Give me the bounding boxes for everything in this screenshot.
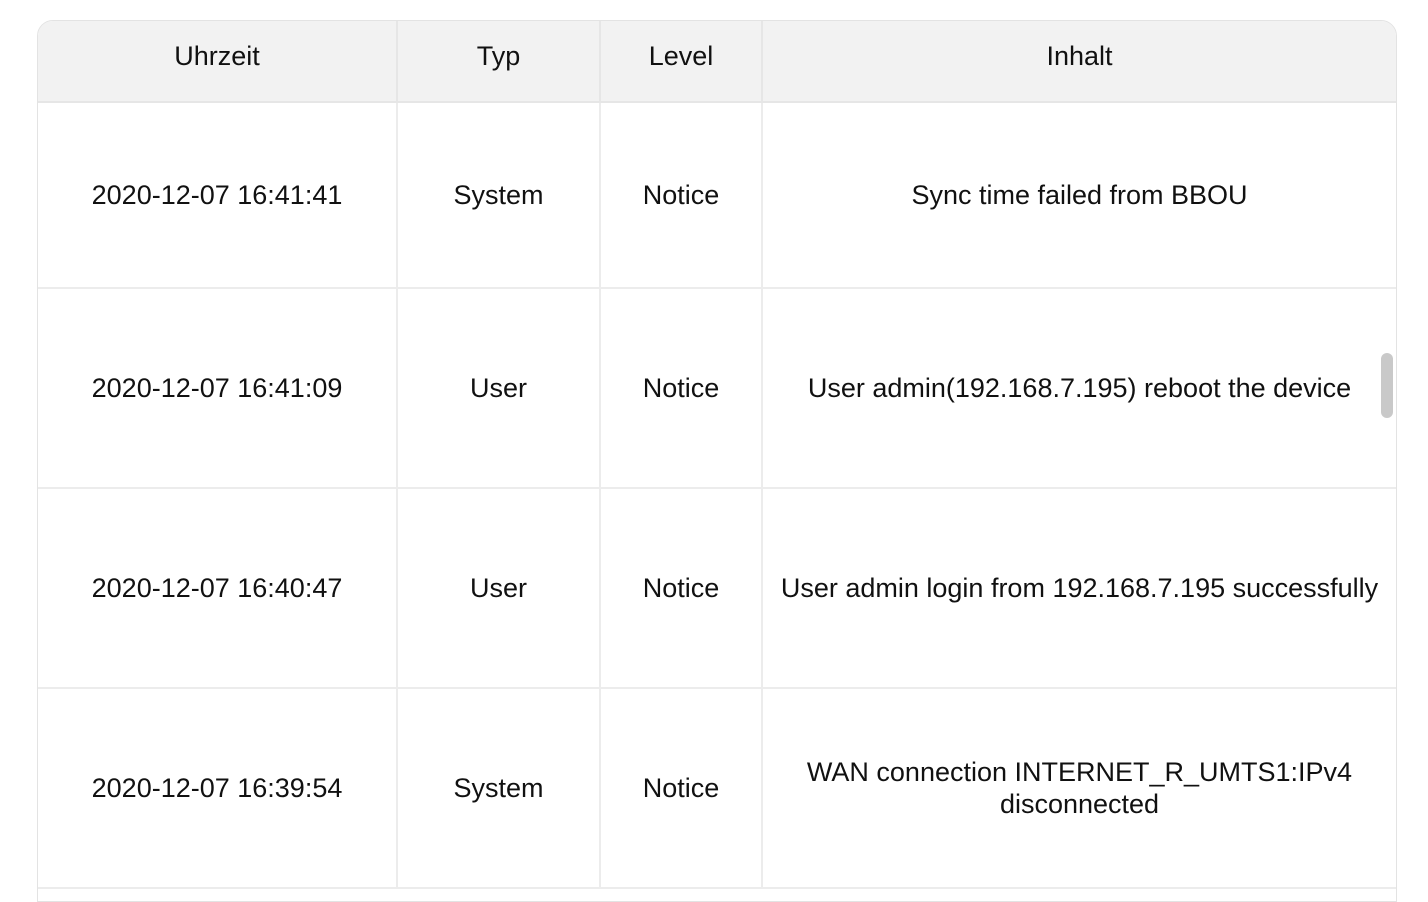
cell-level: Notice (600, 688, 763, 889)
table-row: 2020-12-07 16:41:41 System Notice Sync t… (38, 102, 1396, 289)
column-header-level[interactable]: Level (600, 21, 763, 103)
column-header-content[interactable]: Inhalt (762, 21, 1396, 103)
cell-level: Notice (600, 102, 763, 289)
cell-type: System (397, 688, 601, 889)
cell-level: Notice (600, 288, 763, 489)
cell-level: Notice (600, 488, 763, 689)
cell-content: User admin(192.168.7.195) reboot the dev… (762, 288, 1396, 489)
column-header-type[interactable]: Typ (397, 21, 601, 103)
cell-content: WAN connection INTERNET_R_UMTS1:IPv4 dis… (762, 688, 1396, 889)
table-row: 2020-12-07 16:40:47 User Notice User adm… (38, 488, 1396, 689)
log-table: Uhrzeit Typ Level Inhalt 2020-12-07 16:4… (38, 21, 1396, 889)
cell-type: User (397, 488, 601, 689)
cell-type: User (397, 288, 601, 489)
cell-type: System (397, 102, 601, 289)
table-row: 2020-12-07 16:39:54 System Notice WAN co… (38, 688, 1396, 889)
cell-content: User admin login from 192.168.7.195 succ… (762, 488, 1396, 689)
log-table-container: Uhrzeit Typ Level Inhalt 2020-12-07 16:4… (37, 20, 1397, 902)
scrollbar-thumb[interactable] (1381, 353, 1393, 418)
cell-time: 2020-12-07 16:41:09 (38, 288, 398, 489)
cell-time: 2020-12-07 16:41:41 (38, 102, 398, 289)
cell-time: 2020-12-07 16:39:54 (38, 688, 398, 889)
header-row: Uhrzeit Typ Level Inhalt (38, 21, 1396, 103)
cell-content: Sync time failed from BBOU (762, 102, 1396, 289)
column-header-time[interactable]: Uhrzeit (38, 21, 398, 103)
table-row: 2020-12-07 16:41:09 User Notice User adm… (38, 288, 1396, 489)
cell-time: 2020-12-07 16:40:47 (38, 488, 398, 689)
